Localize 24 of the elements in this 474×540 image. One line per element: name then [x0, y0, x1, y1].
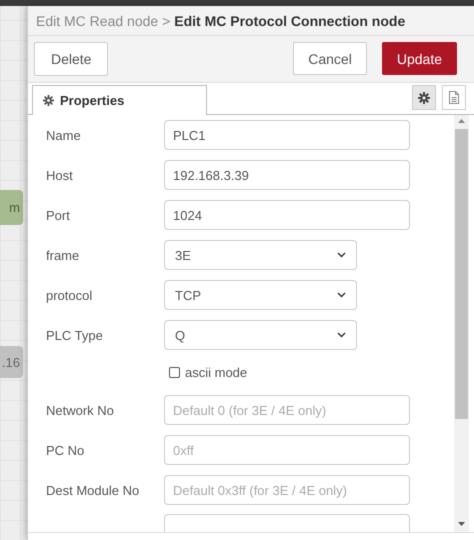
field-label: protocol	[46, 288, 94, 302]
select-field[interactable]: 3E	[164, 240, 357, 270]
input-field[interactable]: Default 0x3ff (for 3E / 4E only)	[164, 475, 410, 505]
input-field[interactable]: 192.168.3.39	[164, 160, 410, 190]
update-button[interactable]: Update	[382, 42, 457, 75]
select-field[interactable]: Q	[164, 320, 357, 350]
field-label: Port	[46, 208, 71, 222]
input-field[interactable]: 1024	[164, 200, 410, 230]
properties-tab[interactable]: Properties	[32, 85, 207, 115]
cancel-button[interactable]: Cancel	[293, 42, 367, 75]
field-label: PC No	[46, 442, 86, 458]
input-field[interactable]: 0xff	[164, 435, 410, 465]
input-field[interactable]: PLC1	[164, 120, 410, 150]
field-label: Name	[46, 128, 82, 142]
select-field[interactable]: TCP	[164, 280, 357, 310]
dialog-title: Edit MC Protocol Connection node	[174, 12, 406, 28]
field-label: Host	[46, 168, 74, 182]
field-label: Network No	[46, 402, 115, 418]
field-label: PLC Type	[46, 328, 104, 342]
field-label: Dest Module No	[46, 482, 140, 498]
checkbox-label: ascii mode	[185, 365, 248, 380]
delete-button[interactable]: Delete	[34, 42, 108, 76]
input-field[interactable]: Default 0 (for 3E / 4E only)	[164, 395, 410, 425]
field-label: frame	[46, 248, 80, 262]
